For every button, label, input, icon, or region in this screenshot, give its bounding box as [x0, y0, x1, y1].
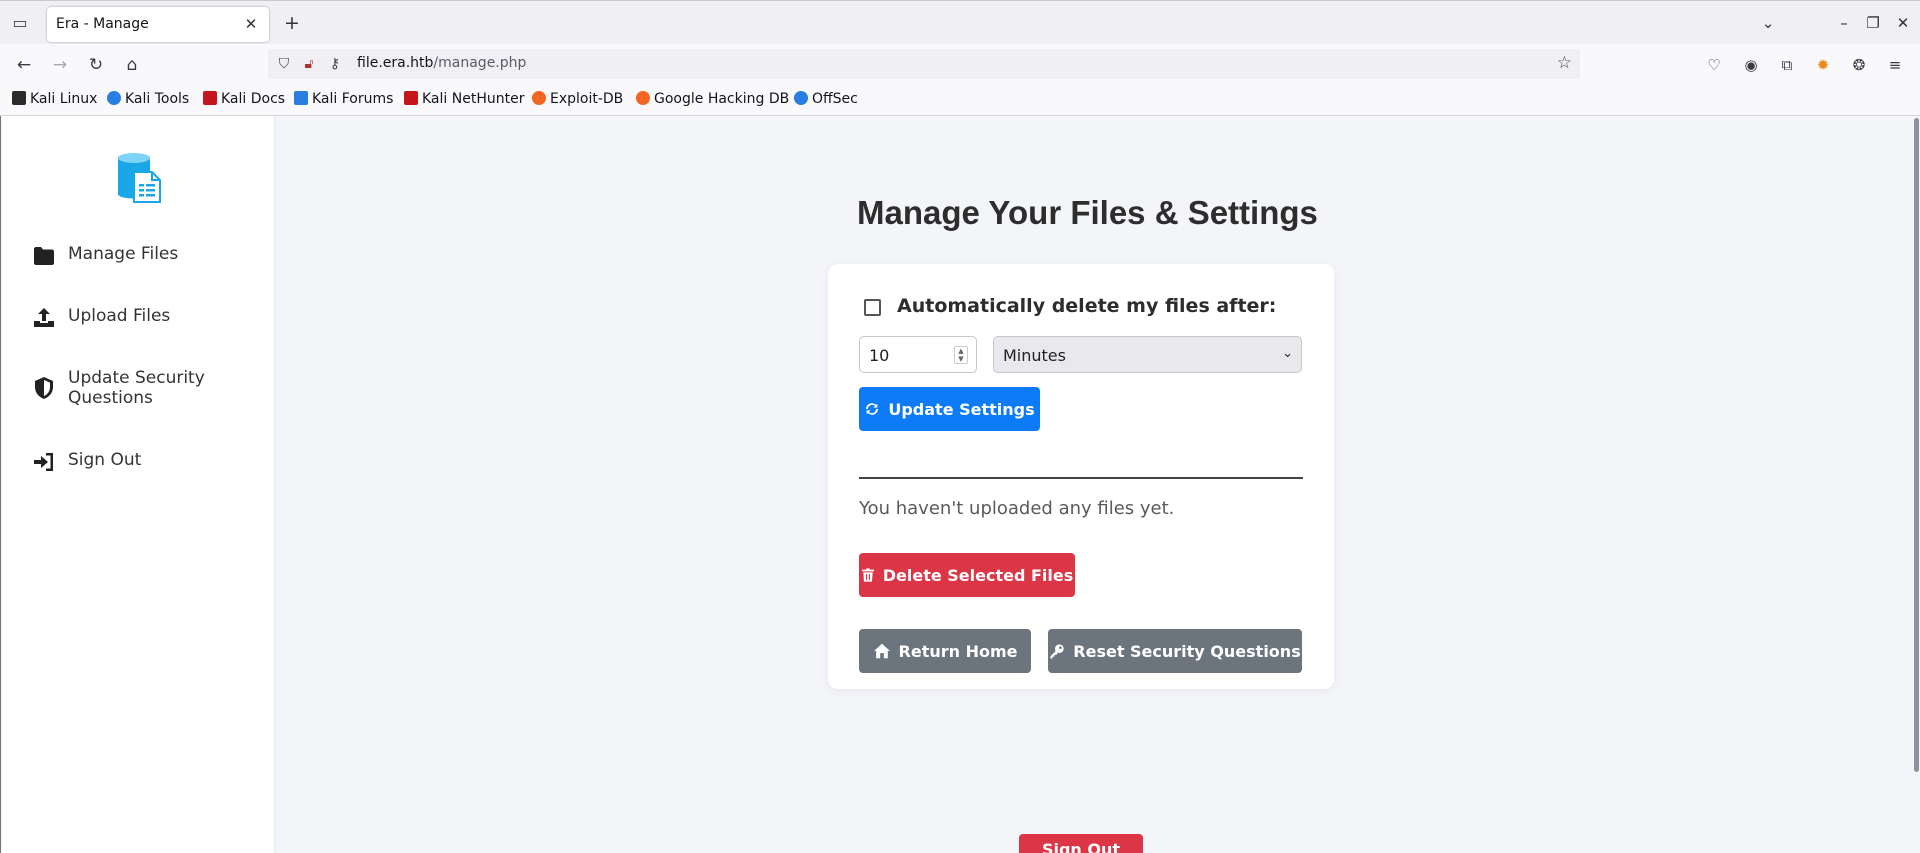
kali-nethunter-icon — [404, 91, 418, 105]
return-home-button[interactable]: Return Home — [859, 629, 1031, 673]
auto-delete-checkbox[interactable] — [864, 299, 881, 316]
sidebar: Manage Files Upload Files Update Securit… — [2, 116, 274, 853]
extension-fox-icon[interactable]: ✹ — [1812, 54, 1834, 76]
divider — [859, 477, 1303, 479]
sync-icon — [866, 403, 879, 415]
bookmark-google-hacking-db[interactable]: Google Hacking DB — [636, 91, 789, 107]
kali-linux-icon — [12, 91, 26, 105]
tab-title: Era - Manage — [56, 16, 149, 32]
delete-amount-input[interactable]: 10 ▲ ▼ — [859, 336, 977, 373]
extension-cookie-icon[interactable]: ❂ — [1848, 54, 1870, 76]
page-scrollbar[interactable] — [1912, 116, 1920, 853]
sidebar-item-update-security-questions[interactable]: Update Security Questions — [32, 368, 252, 408]
page-title: Manage Your Files & Settings — [857, 194, 1318, 231]
reset-security-questions-label: Reset Security Questions — [1073, 641, 1301, 661]
update-settings-button[interactable]: Update Settings — [859, 387, 1040, 431]
browser-nav-bar: ← → ↻ ⌂ ⛉ 🔓︎ ⚷ file.era.htb/manage.php ☆… — [0, 44, 1920, 84]
reload-icon[interactable]: ↻ — [84, 53, 108, 77]
url-text[interactable]: file.era.htb/manage.php — [357, 55, 526, 71]
bookmark-kali-linux[interactable]: Kali Linux — [12, 91, 97, 107]
number-spinner-icon[interactable]: ▲ ▼ — [954, 346, 968, 364]
trash-icon — [861, 568, 874, 582]
bookmark-kali-docs[interactable]: Kali Docs — [203, 91, 285, 107]
delete-unit-select[interactable]: Minutes ⌄ — [993, 336, 1302, 373]
scrollbar-thumb[interactable] — [1914, 118, 1919, 772]
sidebar-item-upload-files[interactable]: Upload Files — [32, 306, 252, 330]
window-close-icon[interactable]: ✕ — [1891, 11, 1915, 35]
tab-list-icon[interactable]: ▭ — [10, 13, 30, 33]
forward-icon[interactable]: → — [48, 53, 72, 77]
delete-selected-files-label: Delete Selected Files — [882, 565, 1074, 585]
browser-tab[interactable]: Era - Manage ✕ — [47, 7, 269, 42]
bookmark-kali-tools[interactable]: Kali Tools — [107, 91, 189, 107]
close-tab-icon[interactable]: ✕ — [241, 14, 261, 34]
bookmark-kali-forums[interactable]: Kali Forums — [294, 91, 393, 107]
sidebar-item-sign-out[interactable]: Sign Out — [32, 450, 252, 474]
home-icon[interactable]: ⌂ — [120, 53, 144, 77]
bookmark-offsec[interactable]: OffSec — [794, 91, 858, 107]
account-icon[interactable]: ◉ — [1740, 54, 1762, 76]
kali-forums-icon — [294, 91, 308, 105]
reset-security-questions-button[interactable]: Reset Security Questions — [1048, 629, 1302, 673]
sign-out-icon — [34, 453, 53, 471]
key-icon — [1050, 644, 1064, 659]
extensions-icon[interactable]: ⧉ — [1776, 54, 1798, 76]
bookmark-star-icon[interactable]: ☆ — [1557, 53, 1572, 73]
sidebar-item-label: Sign Out — [68, 450, 142, 470]
menu-icon[interactable]: ≡ — [1884, 54, 1906, 76]
shield-icon[interactable]: ⛉ — [273, 53, 295, 75]
delete-selected-files-button[interactable]: Delete Selected Files — [859, 553, 1075, 597]
kali-tools-icon — [107, 91, 121, 105]
home-icon — [873, 643, 890, 659]
offsec-icon — [794, 91, 808, 105]
insecure-lock-icon[interactable]: 🔓︎ — [298, 53, 320, 75]
chevron-down-icon: ⌄ — [1282, 346, 1293, 361]
bookmarks-toolbar: Kali Linux Kali Tools Kali Docs Kali For… — [0, 84, 1920, 116]
settings-card: Automatically delete my files after: 10 … — [828, 264, 1334, 689]
browser-tab-bar: ▭ Era - Manage ✕ + ⌄ – ❐ ✕ — [0, 0, 1920, 44]
new-tab-icon[interactable]: + — [282, 13, 302, 33]
sidebar-item-label: Update Security Questions — [68, 368, 205, 408]
shield-icon — [35, 377, 53, 399]
back-icon[interactable]: ← — [12, 53, 36, 77]
address-bar[interactable]: ⛉ 🔓︎ ⚷ file.era.htb/manage.php ☆ — [268, 49, 1580, 79]
restore-icon[interactable]: ❐ — [1861, 11, 1885, 35]
page-content: Manage Files Upload Files Update Securit… — [0, 116, 1920, 853]
bookmark-kali-nethunter[interactable]: Kali NetHunter — [404, 91, 524, 107]
google-hacking-db-icon — [636, 91, 650, 105]
sidebar-item-label: Upload Files — [68, 306, 171, 326]
pocket-icon[interactable]: ♡ — [1703, 54, 1725, 76]
key-icon[interactable]: ⚷ — [324, 53, 346, 75]
chevron-down-icon[interactable]: ⌄ — [1756, 11, 1780, 35]
bookmark-exploit-db[interactable]: Exploit-DB — [532, 91, 623, 107]
sidebar-item-label: Manage Files — [68, 244, 179, 264]
auto-delete-label: Automatically delete my files after: — [897, 295, 1277, 317]
exploit-db-icon — [532, 91, 546, 105]
delete-unit-value: Minutes — [1003, 346, 1066, 365]
update-settings-label: Update Settings — [888, 399, 1035, 419]
file-database-logo-icon — [118, 153, 161, 203]
upload-icon — [34, 308, 54, 327]
folder-icon — [34, 247, 54, 265]
sign-out-button[interactable]: Sign Out — [1019, 834, 1143, 853]
kali-docs-icon — [203, 91, 217, 105]
minimize-icon[interactable]: – — [1832, 11, 1856, 35]
no-files-message: You haven't uploaded any files yet. — [859, 498, 1175, 519]
return-home-label: Return Home — [898, 641, 1018, 661]
sidebar-item-manage-files[interactable]: Manage Files — [32, 244, 252, 268]
delete-amount-value: 10 — [869, 346, 890, 365]
sign-out-label: Sign Out — [1041, 840, 1121, 853]
